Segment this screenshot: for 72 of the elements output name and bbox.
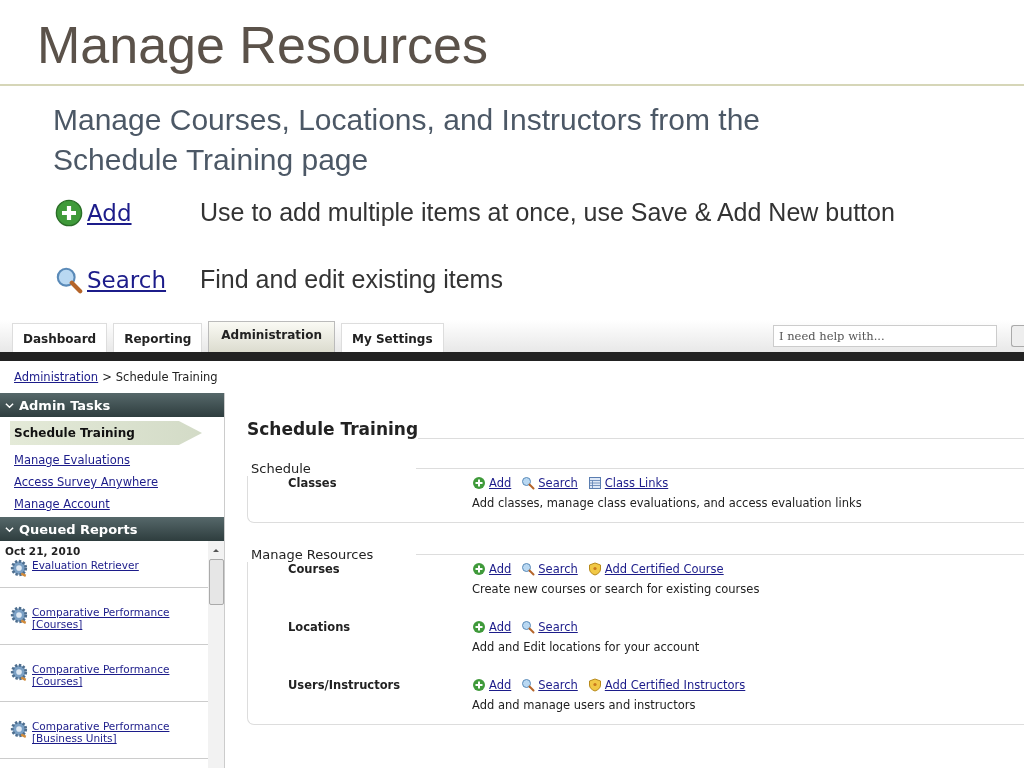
row-description: Create new courses or search for existing courses xyxy=(472,582,760,596)
help-search-field[interactable]: I need help with... xyxy=(773,325,997,347)
action-link[interactable]: Search xyxy=(538,620,578,634)
nav-tab[interactable]: Dashboard xyxy=(12,323,108,352)
breadcrumb-separator: > xyxy=(102,370,112,384)
group-title: Schedule xyxy=(251,461,312,476)
slide-title: Manage Resources xyxy=(37,15,489,76)
gear-icon xyxy=(10,559,28,577)
action-link[interactable]: Add xyxy=(489,476,512,490)
report-link[interactable]: Evaluation Retriever xyxy=(32,559,182,571)
search-icon xyxy=(521,562,536,576)
breadcrumb-link[interactable]: Administration xyxy=(14,370,99,384)
search-button[interactable] xyxy=(1011,325,1024,347)
sidebar-item[interactable]: Manage Account xyxy=(14,497,110,511)
search-icon xyxy=(521,678,536,692)
slide-subtitle: Manage Courses, Locations, and Instructors from the Schedule Training page xyxy=(53,102,762,178)
row-description: Add and manage users and instructors xyxy=(472,698,697,712)
search-icon xyxy=(521,476,536,490)
plus-circle-icon xyxy=(472,476,486,490)
row-description: Add classes, manage class evaluations, and access evaluation links xyxy=(472,496,862,510)
feature-link[interactable]: Add xyxy=(87,199,132,226)
chevron-down-icon xyxy=(5,524,14,534)
section-title: Queued Reports xyxy=(19,521,138,537)
action-link[interactable]: Search xyxy=(538,476,578,490)
chevron-down-icon xyxy=(5,400,14,410)
search-icon xyxy=(521,620,536,634)
action-link[interactable]: Add Certified Course xyxy=(604,562,724,576)
feature-link[interactable]: Search xyxy=(87,266,167,293)
gear-icon xyxy=(10,663,28,681)
feature-description: Find and edit existing items xyxy=(200,265,503,294)
scroll-thumb[interactable] xyxy=(208,559,224,605)
report-date: Oct 21, 2010 xyxy=(4,544,82,557)
shield-icon xyxy=(587,562,602,576)
plus-circle-icon xyxy=(472,562,486,576)
report-link[interactable]: Comparative Performance [Business Units] xyxy=(32,720,182,744)
plus-circle-icon xyxy=(472,678,486,692)
row-label: Locations xyxy=(288,620,352,636)
page-heading: Schedule Training xyxy=(247,419,419,439)
section-title: Admin Tasks xyxy=(19,397,111,413)
nav-tab[interactable]: Reporting xyxy=(113,323,203,352)
sidebar-item[interactable]: Manage Evaluations xyxy=(14,453,130,467)
shield-icon xyxy=(587,678,602,692)
report-link[interactable]: Comparative Performance [Courses] xyxy=(32,606,182,630)
sidebar-item[interactable]: Schedule Training xyxy=(10,421,202,445)
row-label: Users/Instructors xyxy=(288,678,402,694)
report-link[interactable]: Comparative Performance [Courses] xyxy=(32,663,182,687)
section-header[interactable]: Queued Reports xyxy=(0,517,224,541)
gear-icon xyxy=(10,606,28,624)
action-link[interactable]: Add xyxy=(489,620,512,634)
action-link[interactable]: Add xyxy=(489,678,512,692)
scroll-up-icon[interactable] xyxy=(212,547,220,553)
sidebar-item[interactable]: Access Survey Anywhere xyxy=(14,475,158,489)
table-icon xyxy=(587,476,602,490)
action-link[interactable]: Search xyxy=(538,562,578,576)
search-icon xyxy=(55,265,83,294)
gear-icon xyxy=(10,720,28,738)
row-label: Courses xyxy=(288,562,341,578)
section-header[interactable]: Admin Tasks xyxy=(0,393,224,417)
action-link[interactable]: Add Certified Instructors xyxy=(604,678,746,692)
action-link[interactable]: Add xyxy=(489,562,512,576)
group-title: Manage Resources xyxy=(251,547,375,562)
plus-circle-icon xyxy=(472,620,486,634)
breadcrumb-current: Schedule Training xyxy=(115,370,218,384)
nav-tab[interactable]: Administration xyxy=(208,321,335,352)
feature-description: Use to add multiple items at once, use Save & Add New button xyxy=(200,198,895,227)
scrollbar[interactable] xyxy=(208,541,224,768)
action-link[interactable]: Search xyxy=(538,678,578,692)
action-link[interactable]: Class Links xyxy=(604,476,669,490)
nav-tab[interactable]: My Settings xyxy=(341,323,444,352)
row-label: Classes xyxy=(288,476,338,492)
row-description: Add and Edit locations for your account xyxy=(472,640,700,654)
plus-circle-icon xyxy=(55,198,83,227)
